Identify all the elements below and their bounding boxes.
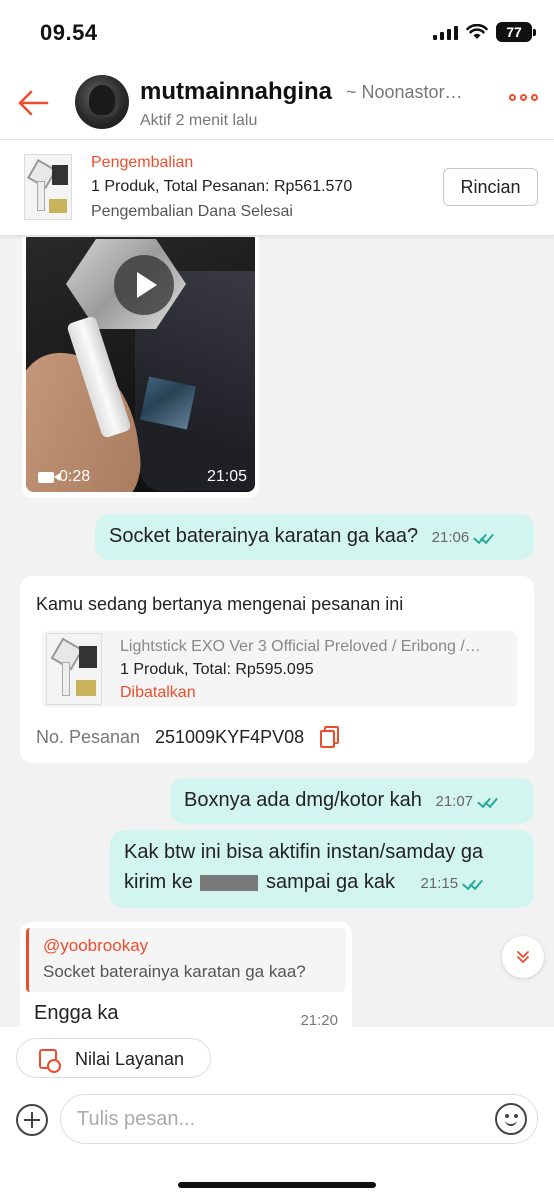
redacted-block <box>200 874 259 891</box>
read-receipt-icon <box>462 877 484 889</box>
message-text-line: kirim ke sampai ga kak 21:15 <box>124 867 520 899</box>
chat-header: mutmainnahgina ~ Noonastor… Aktif 2 meni… <box>0 66 554 140</box>
order-card-product[interactable]: Lightstick EXO Ver 3 Official Preloved /… <box>42 631 517 707</box>
play-icon[interactable] <box>114 255 174 315</box>
video-duration-text: 0:28 <box>59 468 91 485</box>
message-text: Socket baterainya karatan ga kaa? <box>109 525 419 547</box>
last-seen: Aktif 2 menit lalu <box>140 112 258 129</box>
product-thumbnail <box>46 633 102 705</box>
chat-messages[interactable]: 0:28 21:05 Socket baterainya karatan ga … <box>0 237 554 1027</box>
battery-icon: 77 <box>496 22 536 42</box>
message-time: 21:20 <box>300 1012 338 1027</box>
order-status: Pengembalian <box>91 154 194 171</box>
order-summary: 1 Produk, Total Pesanan: Rp561.570 <box>91 178 353 195</box>
video-camera-icon <box>38 471 60 483</box>
order-number: 251009KYF4PV08 <box>155 727 305 747</box>
message-time: 21:15 <box>420 875 459 892</box>
product-thumbnail <box>24 154 72 220</box>
message-text: Kak btw ini bisa aktifin instan/samday g… <box>124 841 484 863</box>
message-time: 21:06 <box>431 529 470 546</box>
message-time: 21:05 <box>206 468 247 485</box>
message-input[interactable] <box>60 1094 538 1144</box>
message-time: 21:07 <box>435 793 474 810</box>
shop-name: ~ Noonastor… <box>346 82 463 102</box>
home-indicator <box>178 1182 376 1188</box>
more-options-button[interactable] <box>509 94 538 101</box>
product-title: Lightstick EXO Ver 3 Official Preloved /… <box>120 638 481 655</box>
status-icons: 77 <box>433 22 536 42</box>
signal-icon <box>433 24 458 40</box>
double-chevron-down-icon <box>517 951 529 963</box>
message-text: Engga ka <box>34 1002 119 1024</box>
wifi-icon <box>466 24 488 39</box>
avatar[interactable] <box>75 75 129 129</box>
contact-name[interactable]: mutmainnahgina <box>140 78 332 106</box>
status-time: 09.54 <box>40 20 98 45</box>
refund-status: Pengembalian Dana Selesai <box>91 203 293 220</box>
message-text: Boxnya ada dmg/kotor kah <box>184 789 422 811</box>
order-status: Dibatalkan <box>120 684 196 701</box>
add-attachment-button[interactable] <box>16 1104 48 1136</box>
video-thumbnail[interactable]: 0:28 21:05 <box>26 237 255 492</box>
more-dot-icon <box>531 94 538 101</box>
back-button[interactable] <box>14 84 52 122</box>
quoted-text: Socket baterainya karatan ga kaa? <box>43 962 306 981</box>
rate-service-label: Nilai Layanan <box>75 1049 185 1069</box>
order-reference-card[interactable]: Kamu sedang bertanya mengenai pesanan in… <box>20 576 534 763</box>
composer-area: Nilai Layanan <box>0 1027 554 1200</box>
outgoing-message[interactable]: Boxnya ada dmg/kotor kah 21:07 <box>170 778 534 824</box>
copy-icon[interactable] <box>320 726 339 748</box>
back-arrow-icon <box>18 90 49 116</box>
outgoing-message[interactable]: Kak btw ini bisa aktifin instan/samday g… <box>110 830 534 908</box>
rate-service-icon <box>39 1049 61 1073</box>
quoted-message[interactable]: @yoobrookay Socket baterainya karatan ga… <box>26 928 346 992</box>
details-button[interactable]: Rincian <box>443 168 538 206</box>
quoted-user: @yoobrookay <box>43 936 149 955</box>
read-receipt-icon <box>473 531 495 543</box>
emoji-icon[interactable] <box>495 1103 527 1135</box>
status-bar: 09.54 77 <box>0 0 554 66</box>
scroll-to-bottom-button[interactable] <box>502 936 544 978</box>
product-total: 1 Produk, Total: Rp595.095 <box>120 661 314 678</box>
video-message[interactable]: 0:28 21:05 <box>22 237 259 498</box>
more-dot-icon <box>509 94 516 101</box>
rate-service-button[interactable]: Nilai Layanan <box>16 1038 211 1078</box>
incoming-message[interactable]: @yoobrookay Socket baterainya karatan ga… <box>20 922 352 1027</box>
order-banner[interactable]: Pengembalian 1 Produk, Total Pesanan: Rp… <box>0 140 554 236</box>
outgoing-message[interactable]: Socket baterainya karatan ga kaa? 21:06 <box>95 514 534 560</box>
more-dot-icon <box>520 94 527 101</box>
read-receipt-icon <box>477 795 499 807</box>
order-card-intro: Kamu sedang bertanya mengenai pesanan in… <box>36 594 404 614</box>
video-duration: 0:28 <box>38 468 90 486</box>
order-number-label: No. Pesanan <box>36 727 141 747</box>
